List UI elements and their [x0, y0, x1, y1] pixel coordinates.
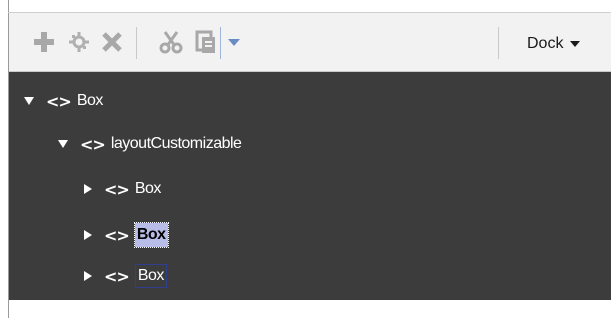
- tree-row-selected[interactable]: <> Box: [84, 222, 169, 248]
- delete-button[interactable]: [99, 29, 125, 55]
- cut-button[interactable]: [158, 29, 184, 55]
- code-tag-icon: <>: [104, 266, 130, 286]
- outline-toolbar: Dock: [9, 13, 611, 72]
- tree-row[interactable]: <> layoutCustomizable: [58, 132, 242, 156]
- toolbar-separator: [136, 27, 137, 59]
- code-tag-icon: <>: [104, 179, 130, 199]
- panel-bottom-area: [9, 300, 611, 318]
- dropdown-separator: [220, 27, 221, 59]
- tree-row-label: Box: [133, 222, 169, 248]
- wrap-button[interactable]: [66, 29, 92, 55]
- wrap-icon: [69, 32, 89, 52]
- outline-tree: <> Box <> layoutCustomizable <> Box <> B…: [9, 72, 611, 300]
- paste-icon: [195, 30, 215, 53]
- tree-row-focused[interactable]: <> Box: [84, 264, 167, 288]
- code-tag-icon: <>: [80, 134, 106, 154]
- outline-panel: Dock <> Box <> layoutCustomizable <> Box…: [0, 0, 611, 318]
- cut-icon: [159, 31, 183, 54]
- dock-menu-button[interactable]: Dock: [527, 33, 581, 55]
- tree-row-label: layoutCustomizable: [110, 135, 242, 152]
- tree-row-label: Box: [76, 92, 104, 109]
- code-tag-icon: <>: [46, 91, 72, 111]
- collapse-arrow-icon[interactable]: [84, 184, 92, 194]
- collapse-arrow-icon[interactable]: [84, 230, 92, 240]
- expand-arrow-icon[interactable]: [24, 97, 34, 105]
- more-dropdown-button[interactable]: [223, 29, 245, 55]
- add-button[interactable]: [31, 29, 57, 55]
- delete-icon: [102, 32, 122, 52]
- tree-row[interactable]: <> Box: [24, 89, 103, 113]
- dropdown-icon: [228, 39, 240, 46]
- dock-label: Dock: [527, 35, 564, 52]
- tree-row[interactable]: <> Box: [84, 177, 161, 201]
- chevron-down-icon: [570, 41, 581, 47]
- add-icon: [34, 32, 54, 52]
- expand-arrow-icon[interactable]: [58, 140, 68, 148]
- tree-row-label: Box: [134, 180, 162, 197]
- collapse-arrow-icon[interactable]: [84, 271, 92, 281]
- paste-button[interactable]: [193, 29, 219, 55]
- tree-row-label: Box: [134, 264, 167, 288]
- code-tag-icon: <>: [104, 225, 130, 245]
- toolbar-separator: [498, 27, 499, 59]
